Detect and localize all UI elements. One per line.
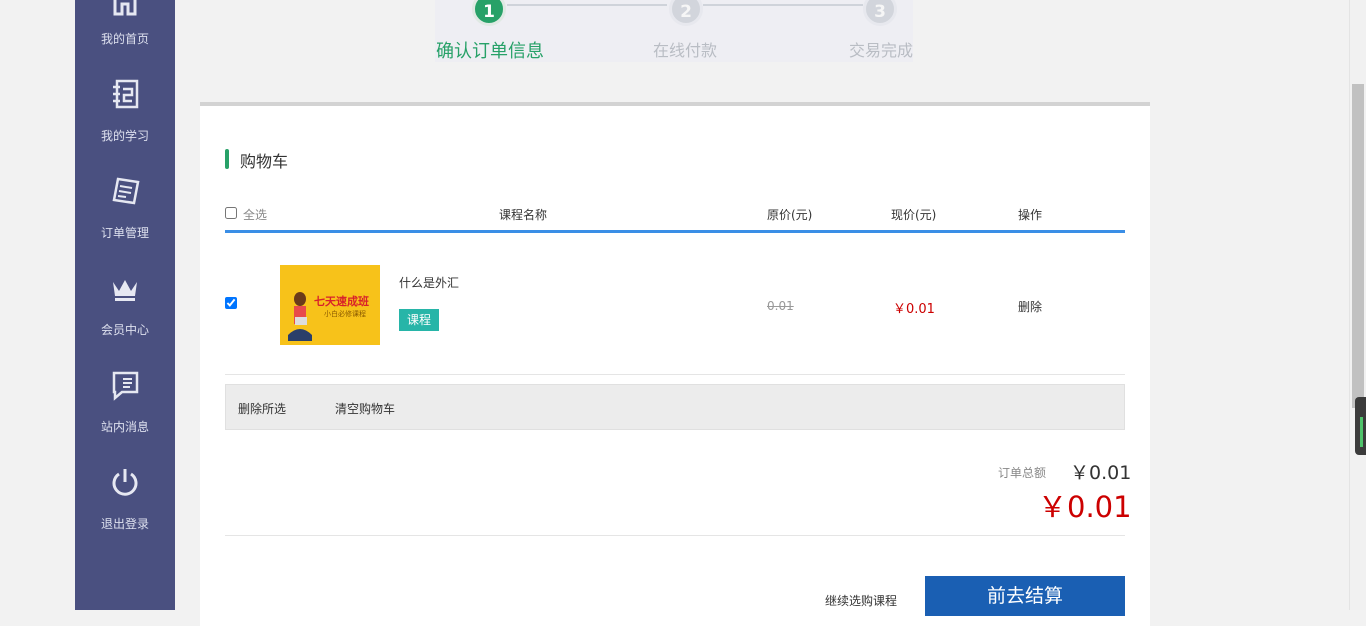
message-icon	[109, 369, 141, 401]
floating-side-widget[interactable]	[1355, 397, 1366, 455]
notebook-icon	[109, 78, 141, 110]
step-2-label: 在线付款	[653, 41, 718, 60]
cart-panel: 购物车 全选 课程名称 原价(元) 现价(元) 操作 七天速成班 小白必修课程 …	[200, 102, 1150, 626]
course-tag-badge: 课程	[399, 309, 439, 331]
sidebar-item-label: 退出登录	[100, 517, 149, 531]
step-1-circle: 1	[472, 0, 506, 26]
sidebar-item-study[interactable]: 我的学习	[75, 75, 175, 150]
original-price: 0.01	[767, 299, 794, 313]
section-accent-bar	[225, 149, 229, 169]
delete-selected-link[interactable]: 删除所选	[238, 400, 286, 417]
widget-indicator	[1360, 417, 1363, 447]
step-1-label: 确认订单信息	[436, 41, 544, 62]
column-header-operation: 操作	[1018, 208, 1043, 222]
column-header-current-price: 现价(元)	[891, 208, 937, 222]
home-icon	[109, 0, 141, 18]
page-scrollbar[interactable]	[1349, 0, 1366, 610]
sidebar: 我的首页 我的学习 订单管理 会员中心 站内消息 退出登录	[75, 0, 175, 610]
checkout-button[interactable]: 前去结算	[925, 576, 1125, 616]
sidebar-item-logout[interactable]: 退出登录	[75, 463, 175, 538]
cart-title: 购物车	[240, 152, 289, 171]
item-checkbox[interactable]	[225, 297, 237, 309]
step-2-circle: 2	[669, 0, 703, 26]
sidebar-item-orders[interactable]: 订单管理	[75, 172, 175, 247]
sidebar-item-label: 订单管理	[100, 226, 149, 240]
sidebar-item-label: 我的学习	[100, 129, 149, 143]
scrollbar-thumb[interactable]	[1352, 84, 1364, 408]
cart-actions-bar: 删除所选 清空购物车	[225, 384, 1125, 430]
order-total-label: 订单总额	[998, 466, 1047, 480]
sidebar-item-home[interactable]: 我的首页	[75, 0, 175, 60]
sidebar-item-messages[interactable]: 站内消息	[75, 366, 175, 441]
continue-shopping-link[interactable]: 继续选购课程	[825, 592, 897, 609]
step-connector	[507, 4, 667, 6]
row-divider	[225, 374, 1125, 375]
step-3-label: 交易完成	[849, 41, 914, 60]
summary-divider	[225, 535, 1125, 536]
sidebar-item-label: 会员中心	[100, 323, 149, 337]
order-total-value: ￥0.01	[1070, 462, 1132, 484]
select-all-checkbox[interactable]	[225, 207, 237, 219]
power-icon	[109, 466, 141, 498]
step-3-circle: 3	[863, 0, 897, 26]
sidebar-item-membership[interactable]: 会员中心	[75, 269, 175, 344]
person-illustration	[288, 292, 312, 341]
course-name[interactable]: 什么是外汇	[399, 274, 459, 291]
select-all-label: 全选	[243, 208, 268, 222]
clear-cart-link[interactable]: 清空购物车	[335, 400, 395, 417]
crown-icon	[109, 272, 141, 304]
checkout-steps: 1 2 3 确认订单信息 在线付款 交易完成	[435, 0, 913, 62]
payable-amount: ￥0.01	[1038, 490, 1132, 524]
header-divider	[225, 230, 1125, 233]
column-header-name: 课程名称	[499, 208, 548, 222]
sidebar-item-label: 我的首页	[100, 32, 149, 46]
thumbnail-title: 七天速成班	[314, 295, 369, 308]
column-header-original-price: 原价(元)	[767, 208, 813, 222]
sidebar-item-label: 站内消息	[100, 420, 149, 434]
course-thumbnail[interactable]: 七天速成班 小白必修课程	[280, 265, 380, 345]
step-connector	[703, 4, 863, 6]
thumbnail-subtitle: 小白必修课程	[324, 310, 366, 318]
order-icon	[109, 175, 141, 207]
current-price: ￥0.01	[893, 302, 935, 317]
delete-item-link[interactable]: 删除	[1018, 298, 1042, 315]
